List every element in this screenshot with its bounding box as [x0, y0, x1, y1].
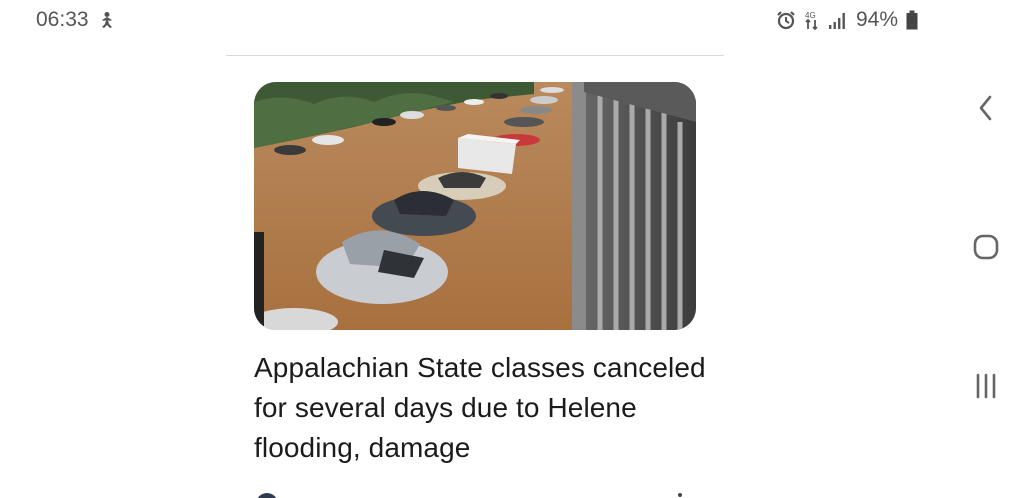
status-bar-right: 4G 94% [776, 6, 918, 34]
recent-apps-icon [976, 373, 996, 399]
signal-icon [828, 11, 848, 29]
alarm-icon [776, 10, 796, 30]
battery-percent: 94% [856, 8, 899, 31]
data-arrows-icon: 4G [804, 10, 820, 30]
home-button[interactable] [966, 227, 1006, 267]
battery-icon [906, 10, 918, 30]
status-time: 06:33 [36, 8, 89, 31]
svg-text:4G: 4G [805, 11, 816, 20]
home-icon [973, 234, 999, 260]
notification-person-icon [99, 11, 115, 29]
screen: 06:33 4G 94% Appalachian State classes c… [0, 0, 1024, 498]
source-avatar [256, 493, 278, 498]
status-bar-left: 06:33 [36, 6, 115, 34]
article-meta-row [254, 488, 696, 498]
back-button[interactable] [966, 88, 1006, 128]
recent-apps-button[interactable] [966, 366, 1006, 406]
article-headline[interactable]: Appalachian State classes canceled for s… [254, 348, 714, 468]
more-options-icon[interactable] [678, 493, 682, 497]
top-divider [226, 55, 724, 56]
article-image[interactable] [254, 82, 696, 330]
back-icon [979, 95, 992, 121]
